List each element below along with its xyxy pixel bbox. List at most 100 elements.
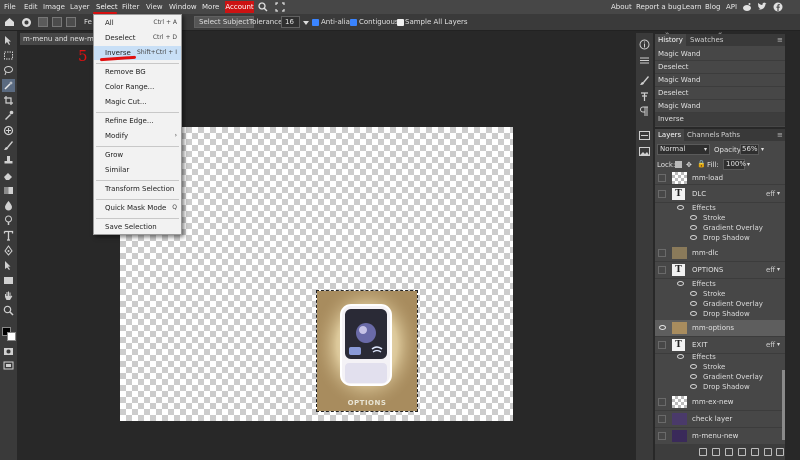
menu-item-grow[interactable]: Grow bbox=[94, 148, 181, 162]
css-icon[interactable] bbox=[638, 129, 651, 142]
selection-mode-new-icon[interactable] bbox=[38, 17, 48, 27]
fullscreen-icon[interactable] bbox=[275, 2, 285, 14]
lock-transparency-icon[interactable] bbox=[675, 161, 682, 168]
menu-item-magic-cut[interactable]: Magic Cut... bbox=[94, 95, 181, 109]
eye-icon[interactable] bbox=[690, 311, 697, 316]
info-icon[interactable] bbox=[638, 38, 651, 51]
background-color-swatch[interactable] bbox=[7, 332, 16, 341]
hand-tool-icon[interactable] bbox=[2, 289, 15, 302]
layer-visibility-toggle[interactable] bbox=[658, 190, 666, 198]
character-icon[interactable] bbox=[638, 105, 651, 118]
account-button[interactable]: Account bbox=[225, 1, 254, 13]
blur-tool-icon[interactable] bbox=[2, 199, 15, 212]
path-select-tool-icon[interactable] bbox=[2, 259, 15, 272]
layer-row-selected[interactable]: mm-options bbox=[655, 320, 785, 337]
menu-item-refine-edge[interactable]: Refine Edge... bbox=[94, 114, 181, 128]
sample-all-layers-checkbox[interactable] bbox=[397, 19, 404, 26]
layer-row[interactable]: T OPTIONS eff ▾ bbox=[655, 262, 785, 279]
magic-wand-tool-icon[interactable] bbox=[21, 17, 32, 30]
layer-row[interactable]: check layer bbox=[655, 411, 785, 428]
menu-item-all[interactable]: All Ctrl + A bbox=[94, 16, 181, 30]
menu-item-modify[interactable]: Modify › bbox=[94, 129, 181, 143]
menu-item-quick-mask-mode[interactable]: Quick Mask Mode Q bbox=[94, 201, 181, 215]
eraser-tool-icon[interactable] bbox=[2, 169, 15, 182]
tab-history[interactable]: History bbox=[655, 34, 686, 46]
link-api[interactable]: API bbox=[726, 3, 737, 11]
menu-item-remove-bg[interactable]: Remove BG bbox=[94, 65, 181, 79]
layer-effects-icon[interactable]: eff bbox=[766, 190, 775, 198]
tab-layers[interactable]: Layers bbox=[655, 129, 685, 141]
contiguous-checkbox[interactable] bbox=[350, 19, 357, 26]
gradient-tool-icon[interactable] bbox=[2, 184, 15, 197]
link-about[interactable]: About bbox=[611, 3, 632, 11]
link-report-bug[interactable]: Report a bug bbox=[636, 3, 681, 11]
menu-item-save-selection[interactable]: Save Selection bbox=[94, 220, 181, 234]
chevron-down-icon[interactable]: ▾ bbox=[777, 266, 780, 273]
chevron-down-icon[interactable]: ▾ bbox=[777, 341, 780, 348]
menu-window[interactable]: Window bbox=[169, 3, 197, 11]
layer-row[interactable]: m-menu-new bbox=[655, 428, 785, 445]
history-row[interactable]: Deselect bbox=[655, 61, 785, 74]
brush-tool-icon[interactable] bbox=[2, 139, 15, 152]
layer-visibility-toggle[interactable] bbox=[658, 266, 666, 274]
layer-effects-icon[interactable]: eff bbox=[766, 341, 775, 349]
fill-dropdown-icon[interactable]: ▾ bbox=[747, 161, 750, 168]
history-row-current[interactable]: Inverse bbox=[655, 113, 785, 126]
clone-stamp-tool-icon[interactable] bbox=[2, 154, 15, 167]
history-row[interactable]: Magic Wand bbox=[655, 74, 785, 87]
delete-layer-icon[interactable] bbox=[776, 448, 784, 456]
menu-item-similar[interactable]: Similar bbox=[94, 163, 181, 177]
eye-icon[interactable] bbox=[677, 281, 684, 286]
pen-tool-icon[interactable] bbox=[2, 244, 15, 257]
menu-image[interactable]: Image bbox=[43, 3, 65, 11]
menu-item-deselect[interactable]: Deselect Ctrl + D bbox=[94, 31, 181, 45]
layer-mask-icon[interactable] bbox=[738, 448, 746, 456]
layer-visibility-toggle[interactable] bbox=[658, 398, 666, 406]
tab-paths[interactable]: Paths bbox=[718, 129, 743, 141]
new-folder-icon[interactable] bbox=[751, 448, 759, 456]
adjustment-layer-icon[interactable] bbox=[725, 448, 733, 456]
panel-menu-icon[interactable]: ≡ bbox=[777, 36, 783, 44]
eye-icon[interactable] bbox=[659, 325, 666, 330]
lasso-tool-icon[interactable] bbox=[2, 64, 15, 77]
tolerance-dropdown-icon[interactable] bbox=[303, 19, 309, 28]
layer-effects-icon[interactable]: eff bbox=[766, 266, 775, 274]
crop-tool-icon[interactable] bbox=[2, 94, 15, 107]
menu-more[interactable]: More bbox=[202, 3, 219, 11]
eye-icon[interactable] bbox=[690, 364, 697, 369]
type-tool-icon[interactable] bbox=[2, 229, 15, 242]
magic-wand-tool-icon[interactable] bbox=[2, 79, 15, 92]
layer-row[interactable]: T DLC eff ▾ bbox=[655, 186, 785, 203]
move-tool-icon[interactable] bbox=[2, 34, 15, 47]
menu-item-transform-selection[interactable]: Transform Selection bbox=[94, 182, 181, 196]
menu-edit[interactable]: Edit bbox=[24, 3, 38, 11]
selection-mode-subtract-icon[interactable] bbox=[66, 17, 76, 27]
opacity-dropdown-icon[interactable]: ▾ bbox=[761, 146, 764, 153]
layer-visibility-toggle[interactable] bbox=[658, 174, 666, 182]
lock-all-icon[interactable]: 🔒 bbox=[697, 160, 706, 168]
quick-mask-icon[interactable] bbox=[2, 345, 15, 358]
layer-row[interactable]: mm-dlc bbox=[655, 245, 785, 262]
link-learn[interactable]: Learn bbox=[682, 3, 702, 11]
reddit-icon[interactable] bbox=[742, 2, 752, 14]
menu-view[interactable]: View bbox=[146, 3, 163, 11]
eyedropper-tool-icon[interactable] bbox=[2, 109, 15, 122]
image-panel-icon[interactable] bbox=[638, 145, 651, 158]
layers-scrollbar[interactable] bbox=[782, 370, 785, 440]
chevron-down-icon[interactable]: ▾ bbox=[777, 190, 780, 197]
facebook-icon[interactable] bbox=[773, 2, 783, 14]
opacity-input[interactable]: 56% bbox=[740, 144, 759, 155]
menu-filter[interactable]: Filter bbox=[122, 3, 139, 11]
twitter-icon[interactable] bbox=[757, 2, 767, 14]
eye-icon[interactable] bbox=[690, 225, 697, 230]
anti-alias-checkbox[interactable] bbox=[312, 19, 319, 26]
document-tab[interactable]: m-menu and new-menu bbox=[20, 33, 100, 45]
eye-icon[interactable] bbox=[690, 291, 697, 296]
history-row[interactable]: Deselect bbox=[655, 87, 785, 100]
history-row[interactable]: Magic Wand bbox=[655, 100, 785, 113]
layer-visibility-toggle[interactable] bbox=[658, 432, 666, 440]
history-row[interactable]: Magic Wand bbox=[655, 48, 785, 61]
healing-tool-icon[interactable] bbox=[2, 124, 15, 137]
layer-visibility-toggle[interactable] bbox=[658, 341, 666, 349]
select-subject-button[interactable]: Select Subject bbox=[194, 16, 254, 28]
